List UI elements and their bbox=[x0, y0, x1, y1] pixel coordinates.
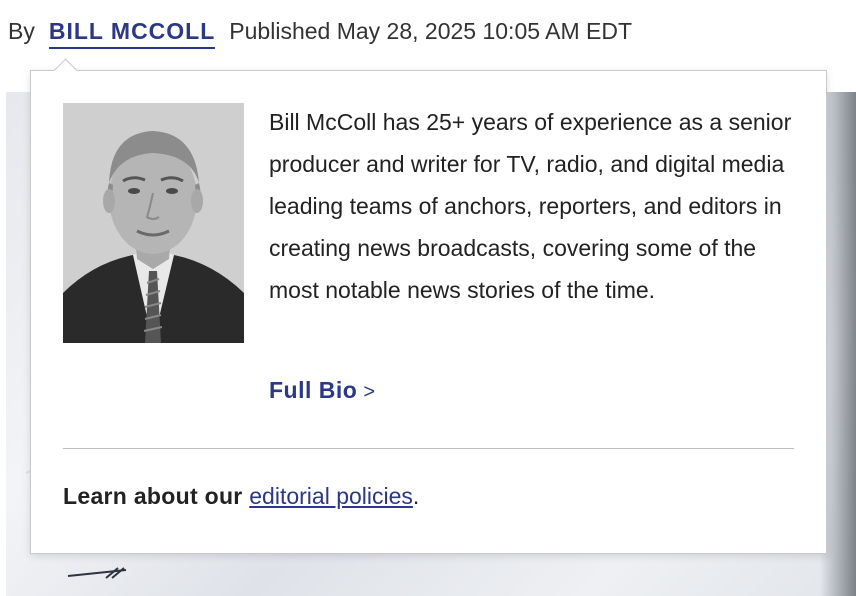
author-photo bbox=[63, 103, 244, 343]
author-headshot-icon bbox=[63, 103, 244, 343]
published-date: Published May 28, 2025 10:05 AM EDT bbox=[229, 18, 633, 44]
policy-suffix: . bbox=[412, 483, 420, 509]
popover-divider bbox=[63, 448, 794, 449]
editorial-policy-line: Learn about our editorial policies. bbox=[63, 483, 420, 510]
full-bio-link[interactable]: Full Bio > bbox=[269, 377, 376, 404]
author-name-link[interactable]: BILL MCCOLL bbox=[48, 18, 216, 49]
editorial-policies-link[interactable]: editorial policies bbox=[249, 483, 413, 509]
popover-arrow bbox=[53, 58, 78, 83]
policy-prefix: Learn about our bbox=[63, 483, 243, 509]
article-byline: By BILL MCCOLL Published May 28, 2025 10… bbox=[8, 18, 632, 58]
byline-by-label: By bbox=[8, 18, 35, 44]
full-bio-label: Full Bio bbox=[269, 377, 358, 403]
author-popover: Bill McColl has 25+ years of experience … bbox=[30, 58, 827, 554]
chevron-right-icon: > bbox=[363, 381, 376, 403]
author-bio-text: Bill McColl has 25+ years of experience … bbox=[269, 109, 792, 303]
skier-graphic bbox=[67, 567, 127, 579]
